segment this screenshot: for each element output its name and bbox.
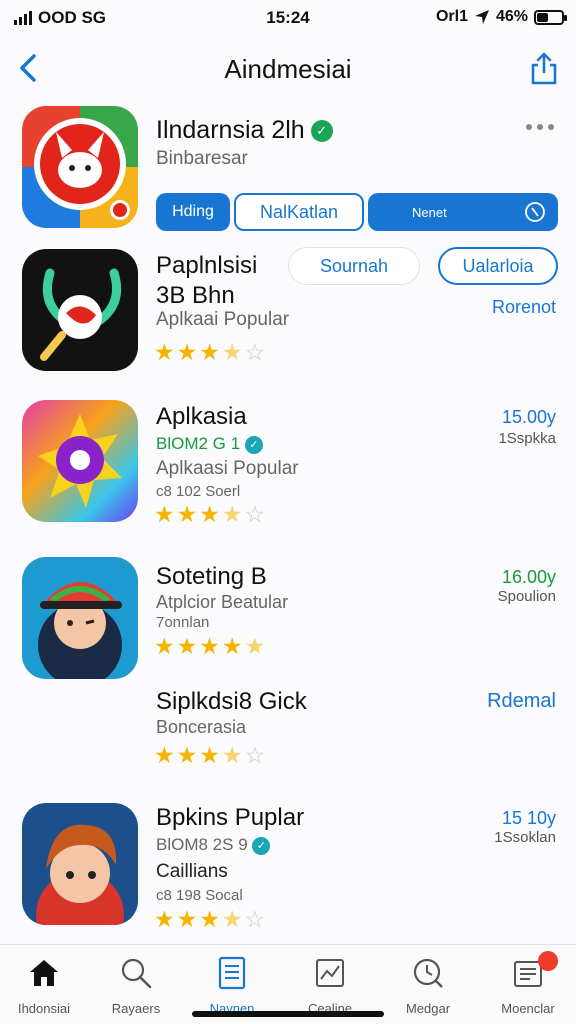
app-meta-5: BlOM8 2S 9 ✓ bbox=[156, 835, 271, 855]
app-price-3[interactable]: 16.00y bbox=[502, 567, 556, 588]
segment-button-3[interactable]: Nenet bbox=[368, 193, 558, 231]
app-name-1: Paplnlsisi bbox=[156, 252, 258, 279]
app-action-1[interactable]: Rorenot bbox=[492, 297, 556, 318]
star-icon: ☆ bbox=[244, 906, 266, 932]
app-meta-3: 7onnlan bbox=[156, 614, 210, 631]
star-icon: ★ bbox=[199, 742, 220, 768]
star-icon: ★ bbox=[199, 501, 220, 527]
home-icon bbox=[30, 960, 58, 986]
app-icon-5[interactable] bbox=[22, 803, 138, 925]
star-icon: ★ bbox=[244, 633, 266, 659]
tab-moenclar-label: Moenclar bbox=[501, 1001, 555, 1016]
sournah-button[interactable]: Sournah bbox=[288, 247, 420, 285]
rating-stars-3: ★ ★ ★ ★ ★ bbox=[154, 635, 265, 658]
tab-navnen[interactable]: Navnen bbox=[192, 953, 272, 1016]
star-icon: ★ bbox=[154, 501, 175, 527]
app-info-2: 1Sspkka bbox=[498, 430, 556, 447]
featured-app-icon[interactable] bbox=[22, 106, 138, 228]
star-icon: ★ bbox=[176, 339, 198, 365]
star-icon: ★ bbox=[221, 742, 243, 768]
tab-medgar-label: Medgar bbox=[405, 1001, 451, 1016]
star-icon: ★ bbox=[154, 633, 175, 659]
battery-percent: 46% bbox=[495, 8, 528, 25]
tab-cealine[interactable]: Cealine bbox=[290, 953, 370, 1016]
verified-badge-icon: ✓ bbox=[310, 120, 333, 143]
app-icon-2[interactable] bbox=[22, 400, 138, 522]
battery-icon bbox=[534, 9, 567, 25]
tab-search[interactable]: Rayaers bbox=[96, 953, 176, 1016]
document-icon bbox=[218, 956, 246, 990]
app-subtitle-1: Aplkaai Popular bbox=[156, 309, 290, 330]
star-icon: ★ bbox=[176, 633, 198, 659]
app-meta2-5: c8 198 Socal bbox=[156, 887, 243, 904]
teal-badge-icon: ✓ bbox=[252, 836, 271, 855]
location-icon bbox=[474, 10, 489, 24]
star-icon: ★ bbox=[176, 906, 198, 932]
rating-stars-5: ★ ★ ★ ★ ☆ bbox=[154, 908, 265, 931]
star-icon: ★ bbox=[154, 742, 175, 768]
app-name-2: Aplkasia bbox=[156, 403, 247, 430]
more-options-icon[interactable] bbox=[526, 124, 554, 130]
star-icon: ★ bbox=[199, 339, 220, 365]
navigation-bar: Aindmesiai bbox=[0, 40, 576, 96]
app-subtitle-5: Caillians bbox=[156, 861, 228, 882]
star-icon: ☆ bbox=[244, 742, 266, 768]
star-icon: ★ bbox=[221, 339, 243, 365]
app-meta2-2: c8 102 Soerl bbox=[156, 483, 241, 500]
status-bar: OOD SG 15:24 Orl1 46% bbox=[0, 0, 576, 36]
rating-stars-1: ★ ★ ★ ★ ☆ bbox=[154, 341, 265, 364]
star-icon: ★ bbox=[154, 906, 175, 932]
app-price-2[interactable]: 15.00y bbox=[502, 407, 556, 428]
tab-medgar[interactable]: Medgar bbox=[388, 953, 468, 1016]
chart-icon bbox=[316, 959, 344, 987]
tab-moenclar[interactable]: Moenclar bbox=[488, 951, 568, 1016]
segment-button-1[interactable]: Hding bbox=[156, 193, 230, 231]
tab-home-label: Ihdonsiai bbox=[17, 1001, 71, 1016]
app-action-4[interactable]: Rdemal bbox=[487, 690, 556, 713]
tab-search-label: Rayaers bbox=[111, 1001, 161, 1016]
app-subtitle-4: Boncerasia bbox=[156, 717, 247, 737]
star-icon: ★ bbox=[199, 906, 220, 932]
network-label: Orl1 bbox=[435, 8, 468, 25]
star-icon: ★ bbox=[221, 501, 243, 527]
search-icon bbox=[525, 202, 545, 222]
tab-home[interactable]: Ihdonsiai bbox=[4, 953, 84, 1016]
app-name-5: Bpkins Puplar bbox=[156, 804, 305, 831]
clock-search-icon bbox=[413, 958, 443, 988]
home-indicator[interactable] bbox=[192, 1011, 384, 1017]
featured-app-name: Ilndarnsia 2lh ✓ bbox=[156, 116, 333, 145]
app-icon-1[interactable] bbox=[22, 249, 138, 371]
featured-app-subtitle: Binbaresar bbox=[156, 148, 248, 169]
star-icon: ★ bbox=[221, 633, 243, 659]
status-right: Orl1 46% bbox=[435, 8, 567, 26]
star-icon: ☆ bbox=[244, 339, 266, 365]
rating-stars-4: ★ ★ ★ ★ ☆ bbox=[154, 744, 265, 767]
star-icon: ★ bbox=[154, 339, 175, 365]
share-icon[interactable] bbox=[528, 48, 560, 88]
star-icon: ★ bbox=[176, 501, 198, 527]
segment-button-2[interactable]: NalKatlan bbox=[234, 193, 364, 231]
star-icon: ☆ bbox=[244, 501, 266, 527]
app-name-4: Siplkdsi8 Gick bbox=[156, 688, 307, 715]
app-info-5: 1Ssoklan bbox=[494, 829, 556, 846]
app-price-5[interactable]: 15 10y bbox=[502, 808, 556, 829]
app-subtitle-2: Aplkaasi Popular bbox=[156, 458, 299, 479]
star-icon: ★ bbox=[221, 906, 243, 932]
notification-badge bbox=[538, 951, 558, 971]
teal-badge-icon: ✓ bbox=[244, 435, 263, 454]
search-icon bbox=[121, 958, 152, 989]
star-icon: ★ bbox=[199, 633, 220, 659]
app-icon-3[interactable] bbox=[22, 557, 138, 679]
rating-stars-2: ★ ★ ★ ★ ☆ bbox=[154, 503, 265, 526]
app-info-3: Spoulion bbox=[497, 588, 556, 605]
page-title: Aindmesiai bbox=[224, 54, 352, 84]
star-icon: ★ bbox=[176, 742, 198, 768]
app-meta-2: BlOM2 G 1 ✓ bbox=[156, 434, 263, 454]
app-name-1-line2: 3B Bhn bbox=[156, 282, 235, 309]
app-name-3: Soteting B bbox=[156, 563, 267, 590]
ualarloia-button[interactable]: Ualarloia bbox=[438, 247, 558, 285]
app-subtitle-3: Atplcior Beatular bbox=[156, 592, 289, 612]
